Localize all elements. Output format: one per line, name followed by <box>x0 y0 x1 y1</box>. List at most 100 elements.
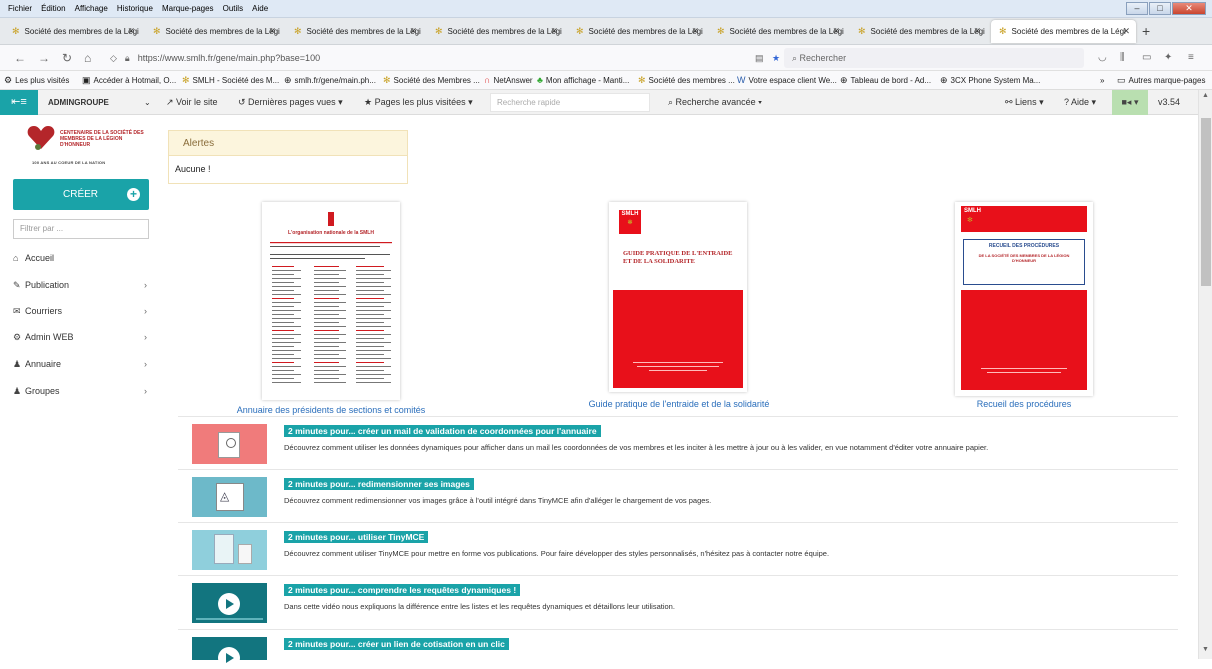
browser-tab[interactable]: ✻ Société des membres de la Légi ✕ <box>568 20 705 43</box>
sidebar-item-annuaire[interactable]: ♟ Annuaire › <box>13 355 153 373</box>
view-site-link[interactable]: ↗ Voir le site <box>166 90 218 115</box>
sidebar-item-admin-web[interactable]: ⚙︎ Admin WEB › <box>13 328 153 346</box>
browser-tab[interactable]: ✻ Société des membres de la Légi ✕ <box>850 20 987 43</box>
play-icon[interactable] <box>218 593 240 615</box>
bookmark-item[interactable]: ⊕ 3CX Phone System Ma... <box>940 71 1040 90</box>
bookmark-item[interactable]: ✻ SMLH - Société des M... <box>182 71 279 90</box>
document-cover-annuaire[interactable]: L'organisation nationale de la SMLH <box>262 202 400 400</box>
bookmark-item[interactable]: ⚙︎ Les plus visités <box>4 71 69 90</box>
tutorial-title[interactable]: 2 minutes pour... redimensionner ses ima… <box>284 478 474 490</box>
video-camera-button[interactable]: ■◂ ▾ <box>1112 90 1148 115</box>
scroll-up-icon[interactable]: ▲ <box>1202 92 1209 99</box>
menu-fichier[interactable]: Fichier <box>8 0 32 18</box>
tab-close-icon[interactable]: ✕ <box>1122 20 1130 43</box>
library-icon[interactable]: ⫼ <box>1120 49 1125 67</box>
tutorial-title[interactable]: 2 minutes pour... comprendre les requête… <box>284 584 521 596</box>
last-pages-menu[interactable]: ↺ Dernières pages vues ▾ <box>238 90 343 115</box>
sidebar-item-courriers[interactable]: ✉ Courriers › <box>13 302 153 320</box>
document-cover-guide[interactable]: SMLH ✻ GUIDE PRATIQUE DE L'ENTRAIDE ET DE… <box>609 202 747 392</box>
bookmark-item[interactable]: ▣ Accéder à Hotmail, O... <box>82 71 176 90</box>
url-text: https://www.smlh.fr/gene/main.php?base=1… <box>137 53 321 63</box>
bookmark-item[interactable]: ✻ Société des Membres ... <box>383 71 480 90</box>
tutorial-card[interactable]: 2 minutes pour... comprendre les requête… <box>178 575 1178 629</box>
browser-tab[interactable]: ✻ Société des membres de la Légi ✕ <box>4 20 141 43</box>
scrollbar-thumb[interactable] <box>1201 118 1211 286</box>
tab-close-icon[interactable]: ✕ <box>832 20 840 43</box>
back-icon[interactable]: ← <box>14 49 26 67</box>
sidebar-item-publication[interactable]: ✎ Publication › <box>13 276 153 294</box>
browser-tab[interactable]: ✻ Société des membres de la Légi ✕ <box>286 20 423 43</box>
more-bookmarks-icon[interactable]: » <box>1100 71 1104 90</box>
forward-icon[interactable]: → <box>38 49 50 67</box>
bookmark-item[interactable]: W Votre espace client We... <box>737 71 837 90</box>
filter-input[interactable]: Filtrer par ... <box>13 219 149 239</box>
menu-historique[interactable]: Historique <box>117 0 153 18</box>
tutorial-card[interactable]: 2 minutes pour... utiliser TinyMCE Décou… <box>178 522 1178 575</box>
reload-icon[interactable]: ↻ <box>62 49 72 67</box>
menu-aide[interactable]: Aide <box>252 0 268 18</box>
tutorial-card[interactable]: ◬ 2 minutes pour... redimensionner ses i… <box>178 469 1178 522</box>
menu-outils[interactable]: Outils <box>223 0 243 18</box>
bookmark-item[interactable]: ∩ NetAnswer <box>484 71 533 90</box>
minimize-icon[interactable]: – <box>1126 2 1148 15</box>
cover-text-line <box>272 346 294 347</box>
menu-marque-pages[interactable]: Marque-pages <box>162 0 214 18</box>
help-menu[interactable]: ? Aide ▾ <box>1064 90 1096 115</box>
browser-tab[interactable]: ✻ Société des membres de la Légi ✕ <box>427 20 564 43</box>
document-cover-recueil[interactable]: SMLH ✻ RECUEIL DES PROCÉDURES DE LA SOCI… <box>955 202 1093 396</box>
sidebar-item-groupes[interactable]: ♟ Groupes › <box>13 382 153 400</box>
tab-close-icon[interactable]: ✕ <box>268 20 276 43</box>
most-visited-menu[interactable]: ★ Pages les plus visitées ▾ <box>364 90 473 115</box>
extensions-icon[interactable]: ✦ <box>1164 49 1172 67</box>
sidebar-item-accueil[interactable]: ⌂ Accueil <box>13 249 153 267</box>
tab-close-icon[interactable]: ✕ <box>973 20 981 43</box>
group-selector[interactable]: ADMINGROUPE <box>48 90 109 115</box>
create-button[interactable]: CRÉER + <box>13 179 149 210</box>
document-caption-guide[interactable]: Guide pratique de l'entraide et de la so… <box>560 399 798 409</box>
bookmark-item[interactable]: ✻ Société des membres ... <box>638 71 735 90</box>
bookmark-item[interactable]: ♣ Mon affichage - Manti... <box>537 71 629 90</box>
pocket-icon[interactable]: ◡ <box>1098 49 1107 67</box>
tab-close-icon[interactable]: ✕ <box>127 20 135 43</box>
browser-tab[interactable]: ✻ Société des membres de la Légi ✕ <box>709 20 846 43</box>
other-bookmarks[interactable]: ▭ Autres marque-pages <box>1117 71 1205 90</box>
sidebar-toggle-icon[interactable]: ▭ <box>1142 49 1151 67</box>
page-scrollbar[interactable]: ▲ ▼ <box>1198 90 1212 659</box>
links-menu[interactable]: ⚯ Liens ▾ <box>1005 90 1044 115</box>
browser-tab-active[interactable]: ✻ Société des membres de la Légi ✕ <box>991 20 1136 43</box>
menu-toggle-button[interactable]: ⇤≡ <box>0 90 38 115</box>
tutorial-title[interactable]: 2 minutes pour... créer un lien de cotis… <box>284 638 509 650</box>
cover-text-line <box>314 374 346 375</box>
close-window-icon[interactable]: ✕ <box>1172 2 1206 15</box>
tab-close-icon[interactable]: ✕ <box>691 20 699 43</box>
bookmark-item[interactable]: ⊕ Tableau de bord - Ad... <box>840 71 931 90</box>
document-caption-annuaire[interactable]: Annuaire des présidents de sections et c… <box>200 405 462 415</box>
tutorial-card[interactable]: 2 minutes pour... créer un lien de cotis… <box>178 629 1178 669</box>
cover-text-line <box>272 290 294 291</box>
new-tab-icon[interactable]: + <box>1142 20 1150 43</box>
play-icon[interactable] <box>218 647 240 669</box>
url-bar[interactable]: ◇ 🔒︎ https://www.smlh.fr/gene/main.php?bas… <box>110 48 780 68</box>
centenary-logo[interactable]: CENTENAIRE DE LA SOCIÉTÉ DES MEMBRES DE … <box>26 123 146 171</box>
chevron-down-icon[interactable]: ⌄ <box>144 90 151 115</box>
menu-edition[interactable]: Édition <box>41 0 65 18</box>
tutorial-card[interactable]: 2 minutes pour... créer un mail de valid… <box>178 416 1178 469</box>
browser-tab[interactable]: ✻ Société des membres de la Légi ✕ <box>145 20 282 43</box>
tab-close-icon[interactable]: ✕ <box>550 20 558 43</box>
browser-search-input[interactable]: ⌕ Rechercher <box>784 48 1084 68</box>
reader-view-icon[interactable]: ▤ <box>755 48 764 68</box>
tutorial-title[interactable]: 2 minutes pour... créer un mail de valid… <box>284 425 601 437</box>
bookmarks-bar: ⚙︎ Les plus visités ▣ Accéder à Hotmail, O… <box>0 71 1212 90</box>
hamburger-menu-icon[interactable]: ≡ <box>1188 49 1194 67</box>
advanced-search-menu[interactable]: ⌕ Recherche avancée ▾ <box>668 90 762 115</box>
maximize-icon[interactable]: □ <box>1149 2 1171 15</box>
tutorial-title[interactable]: 2 minutes pour... utiliser TinyMCE <box>284 531 429 543</box>
quick-search-input[interactable]: Recherche rapide <box>490 93 650 112</box>
scroll-down-icon[interactable]: ▼ <box>1202 646 1209 653</box>
home-icon[interactable]: ⌂ <box>84 49 91 67</box>
tab-close-icon[interactable]: ✕ <box>409 20 417 43</box>
document-caption-recueil[interactable]: Recueil des procédures <box>930 399 1118 409</box>
bookmark-star-icon[interactable]: ★ <box>772 48 780 68</box>
menu-affichage[interactable]: Affichage <box>75 0 108 18</box>
bookmark-item[interactable]: ⊕ smlh.fr/gene/main.ph... <box>284 71 376 90</box>
